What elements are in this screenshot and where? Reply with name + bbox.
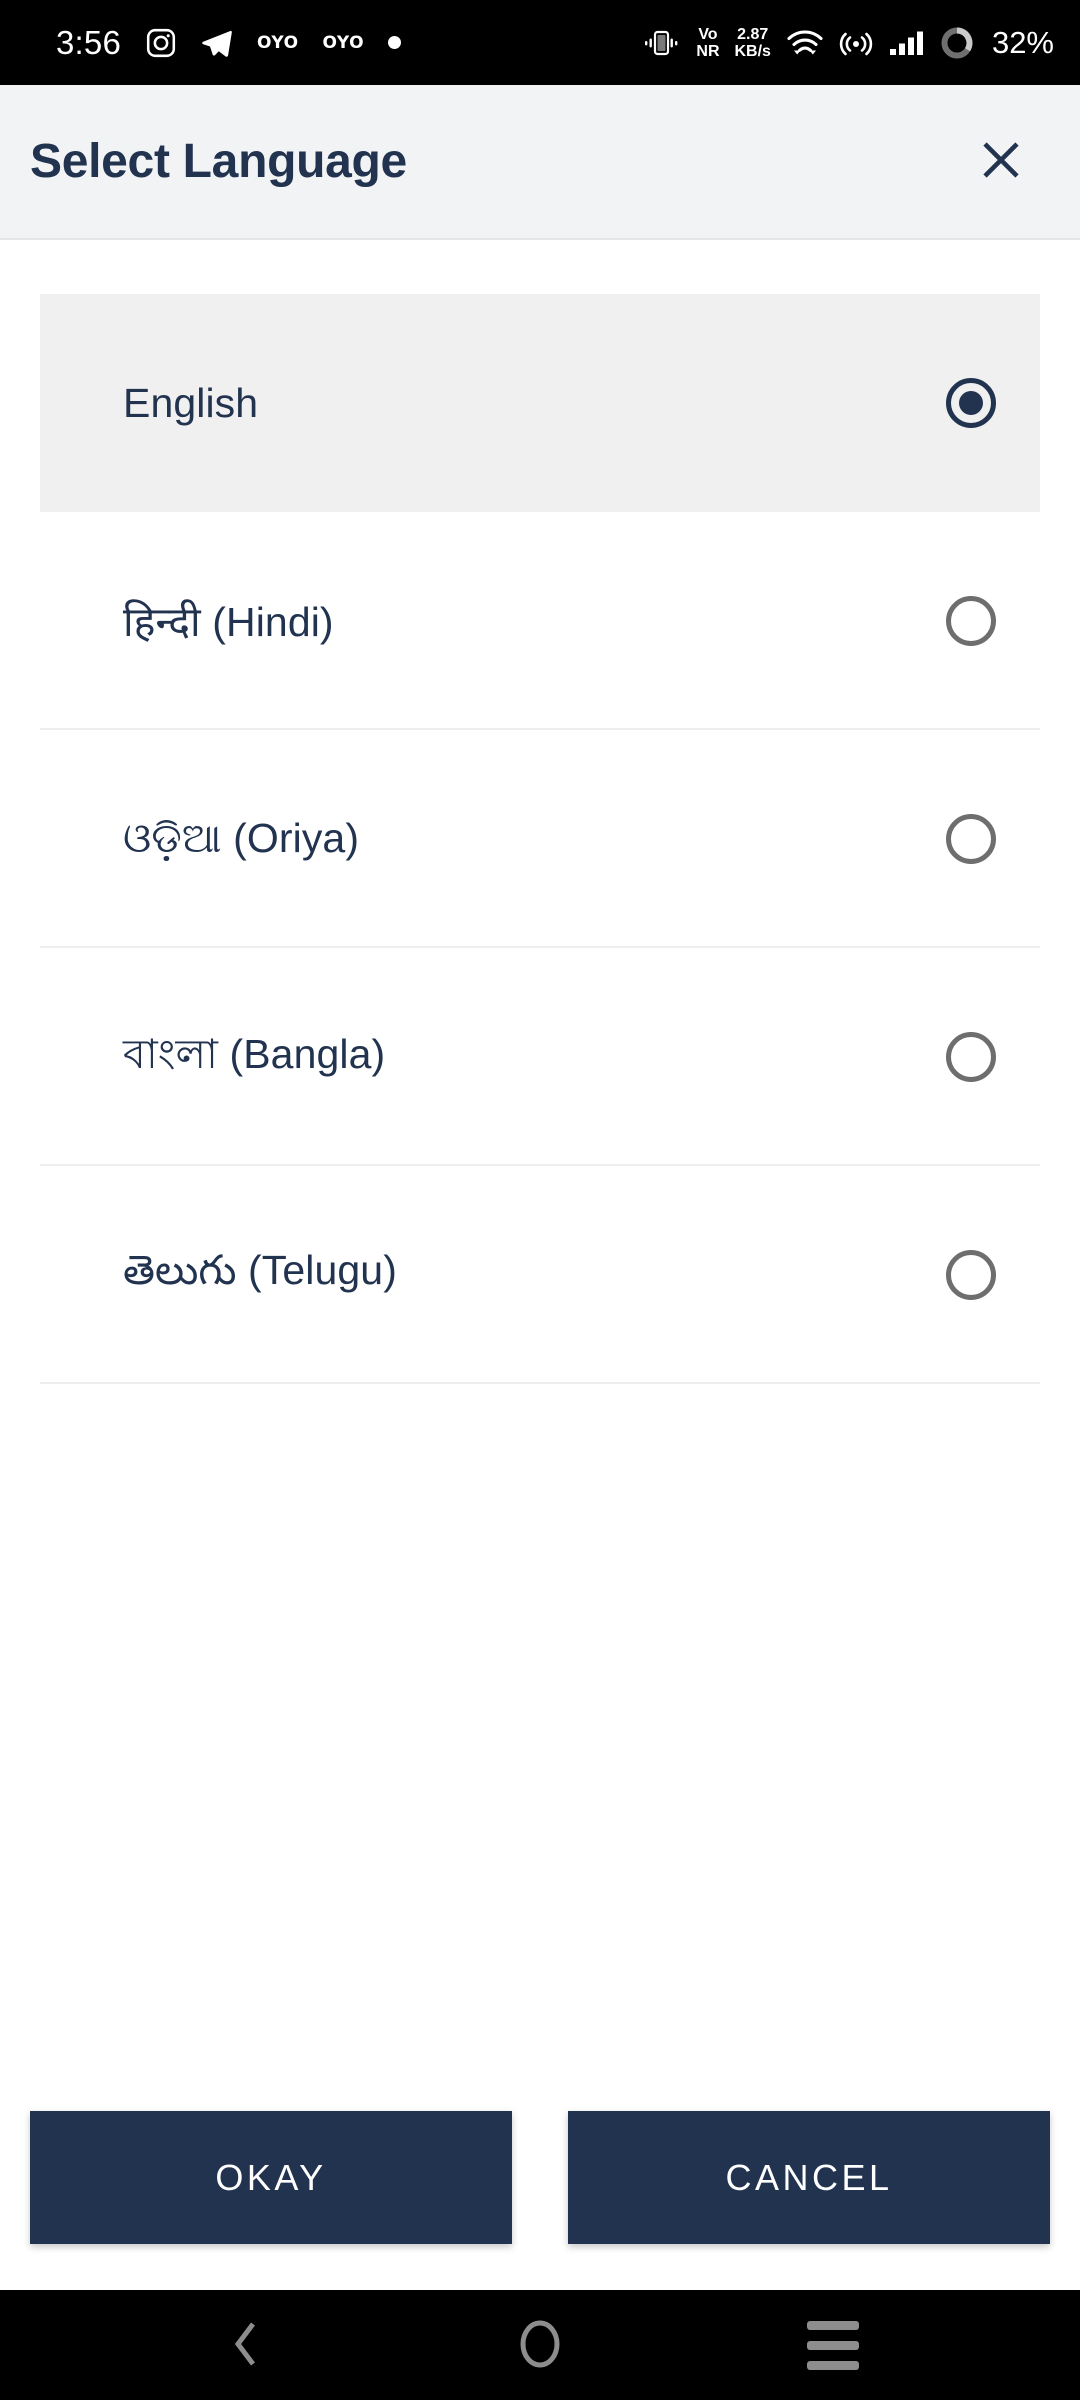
- language-label: ଓଡ଼ିଆ (Oriya): [123, 815, 360, 861]
- page-title: Select Language: [30, 135, 407, 188]
- row-divider: [40, 1382, 1040, 1384]
- close-icon: [978, 137, 1024, 186]
- close-button[interactable]: [966, 127, 1036, 197]
- status-bar: 3:56 OYO OYO Vo NR 2.87 KB/s 32%: [0, 0, 1080, 85]
- network-speed-indicator: 2.87 KB/s: [735, 26, 771, 60]
- language-option-bangla[interactable]: বাংলা (Bangla): [40, 948, 1040, 1166]
- nav-recents-button[interactable]: [778, 2290, 888, 2400]
- language-radio-hindi[interactable]: [946, 596, 996, 646]
- oyo-notification-icon: OYO: [257, 32, 299, 53]
- volte-nr-indicator: Vo NR: [696, 26, 719, 60]
- oyo-notification-icon-2: OYO: [322, 32, 365, 53]
- instagram-icon: [145, 27, 177, 59]
- status-clock: 3:56: [56, 24, 122, 61]
- phone-screen: 3:56 OYO OYO Vo NR 2.87 KB/s 32% Select …: [0, 0, 1080, 2400]
- network-speed-value: 2.87: [737, 25, 769, 43]
- language-option-english[interactable]: English: [40, 294, 1040, 512]
- cancel-button[interactable]: CANCEL: [568, 2111, 1050, 2244]
- language-radio-bangla[interactable]: [946, 1032, 996, 1082]
- language-radio-english[interactable]: [946, 378, 996, 428]
- language-option-telugu[interactable]: తెలుగు (Telugu): [40, 1166, 1040, 1384]
- language-label: English: [123, 379, 259, 426]
- wifi-icon: [786, 28, 824, 58]
- language-list: English हिन्दी (Hindi) ଓଡ଼ିଆ (Oriya) বাং…: [0, 240, 1080, 2111]
- dialog-header: Select Language: [0, 85, 1080, 240]
- language-option-hindi[interactable]: हिन्दी (Hindi): [40, 512, 1040, 730]
- home-circle-icon: [515, 2317, 565, 2374]
- status-bar-left: 3:56 OYO OYO: [56, 24, 402, 61]
- battery-percent-label: 32%: [991, 24, 1054, 60]
- cellular-signal-icon: [888, 28, 924, 58]
- language-radio-oriya[interactable]: [946, 814, 996, 864]
- recents-menu-icon: [807, 2320, 860, 2370]
- android-nav-bar: [0, 2290, 1080, 2400]
- language-label: हिन्दी (Hindi): [123, 599, 334, 645]
- volte-label-top: Vo: [698, 25, 718, 43]
- okay-button[interactable]: OKAY: [30, 2111, 512, 2244]
- volte-label-bottom: NR: [696, 42, 720, 60]
- telegram-icon: [201, 27, 233, 59]
- status-bar-right: Vo NR 2.87 KB/s 32%: [641, 25, 1054, 61]
- network-speed-unit: KB/s: [734, 42, 771, 60]
- nav-home-button[interactable]: [485, 2290, 595, 2400]
- battery-ring-icon: [939, 25, 975, 61]
- language-label: తెలుగు (Telugu): [123, 1246, 397, 1293]
- back-chevron-icon: [225, 2318, 269, 2373]
- language-label: বাংলা (Bangla): [123, 1030, 386, 1077]
- nav-back-button[interactable]: [192, 2290, 302, 2400]
- hotspot-icon: [839, 28, 873, 58]
- dialog-actions: OKAY CANCEL: [0, 2111, 1080, 2290]
- generic-notification-dot-icon: [388, 36, 402, 49]
- language-option-oriya[interactable]: ଓଡ଼ିଆ (Oriya): [40, 730, 1040, 948]
- language-radio-telugu[interactable]: [946, 1250, 996, 1300]
- vibrate-icon: [641, 28, 681, 58]
